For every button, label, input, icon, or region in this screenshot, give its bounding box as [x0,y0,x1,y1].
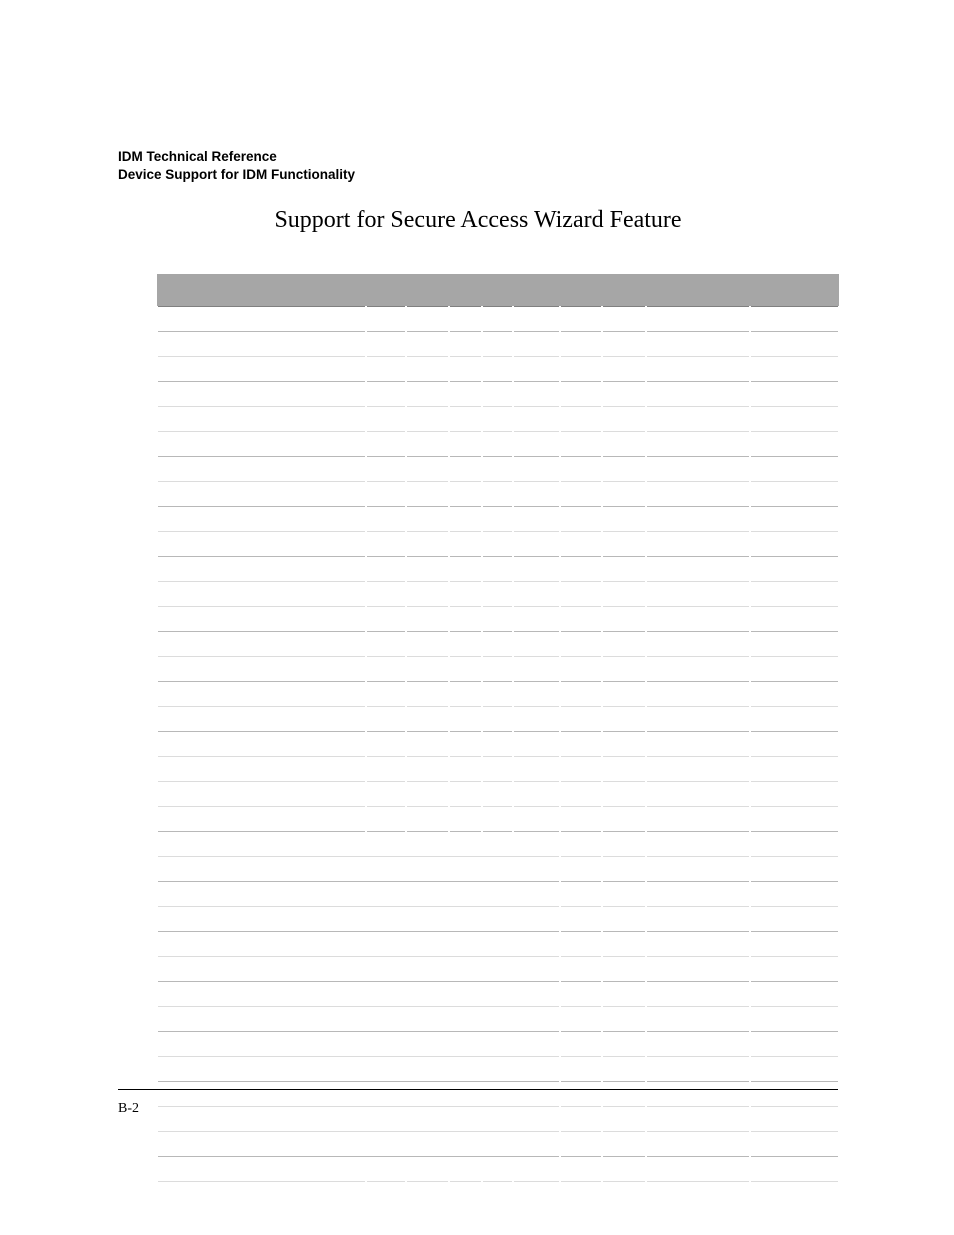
table-row [157,582,839,607]
table-row [157,332,839,357]
table-row [157,1032,839,1057]
table-row [157,532,839,557]
support-table-wrap [156,274,838,1206]
table-row [157,657,839,682]
running-head: IDM Technical Reference Device Support f… [118,148,838,183]
page-number: B-2 [118,1101,139,1117]
table-row [157,682,839,707]
table-row [157,1007,839,1032]
section-title: Support for Secure Access Wizard Feature [118,207,838,234]
table-row [157,557,839,582]
table-row [157,1157,839,1182]
table-row [157,457,839,482]
table-row [157,1132,839,1157]
table-row [157,357,839,382]
support-table [156,274,840,1206]
header-line-1: IDM Technical Reference [118,148,838,166]
table-row [157,1107,839,1132]
header-line-2: Device Support for IDM Functionality [118,166,838,184]
table-row [157,907,839,932]
table-row [157,932,839,957]
table-row [157,757,839,782]
table-row [157,732,839,757]
page: IDM Technical Reference Device Support f… [0,0,954,1235]
table-row [157,382,839,407]
table-row [157,407,839,432]
table-header-row [157,274,839,307]
table-row [157,857,839,882]
table-row [157,982,839,1007]
content-area: IDM Technical Reference Device Support f… [118,148,838,1206]
table-row [157,607,839,632]
table-subheader-row [157,307,839,332]
table-row [157,1057,839,1082]
table-row [157,882,839,907]
table-row-fragment [157,1182,839,1207]
table-row [157,632,839,657]
table-row [157,1082,839,1107]
table-row [157,782,839,807]
table-row [157,507,839,532]
table-row [157,432,839,457]
table-row [157,707,839,732]
footer-rule [118,1089,838,1090]
table-row [157,957,839,982]
table-row [157,482,839,507]
table-row [157,807,839,832]
table-row [157,832,839,857]
